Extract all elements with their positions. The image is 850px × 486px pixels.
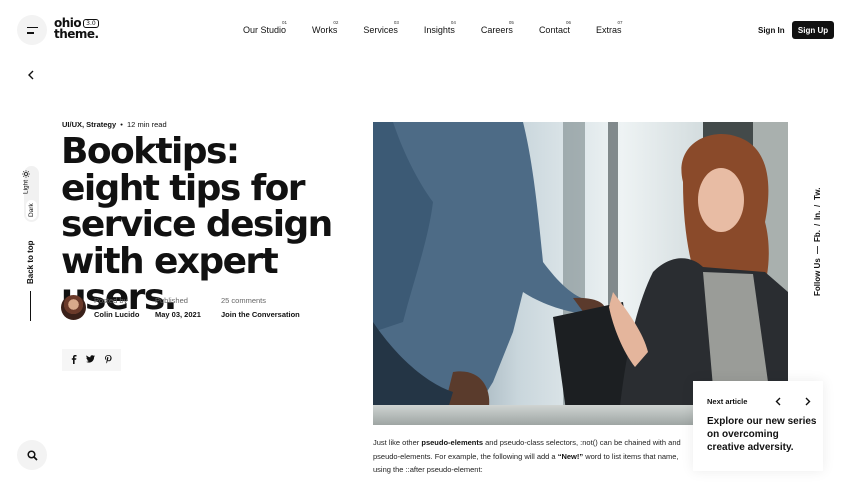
social-link-tw[interactable]: Tw. <box>813 188 822 200</box>
chevron-left-icon <box>775 397 781 406</box>
nav-label: Extras <box>595 25 622 35</box>
theme-dark-option[interactable]: Dark <box>26 200 37 220</box>
nav-number: 01 <box>282 20 288 25</box>
next-article-button[interactable] <box>804 397 811 408</box>
hero-image <box>373 122 788 425</box>
nav-item-services[interactable]: 03 Services <box>363 20 399 35</box>
facebook-icon[interactable] <box>71 354 77 366</box>
body-bold: “New!” <box>557 451 584 461</box>
logo-text-theme: theme. <box>54 27 99 41</box>
nav-item-contact[interactable]: 06 Contact <box>538 20 571 35</box>
nav-label: Careers <box>480 25 513 35</box>
sign-up-button[interactable]: Sign Up <box>792 21 834 39</box>
chevron-right-icon <box>805 397 811 406</box>
nav-label: Contact <box>538 25 570 35</box>
read-time: 12 min read <box>127 120 167 129</box>
body-bold: pseudo-elements <box>421 438 484 447</box>
body-text: Just like other <box>373 438 422 447</box>
logo[interactable]: ohio 3.0 theme. <box>54 17 99 41</box>
published-label: Published <box>155 296 188 305</box>
nav-label: Works <box>312 25 338 35</box>
chevron-left-icon <box>28 70 34 80</box>
nav-label: Our Studio <box>243 25 287 35</box>
sun-icon <box>22 170 30 178</box>
author-avatar[interactable] <box>61 295 86 320</box>
sign-in-link[interactable]: Sign In <box>758 26 785 35</box>
menu-button[interactable] <box>17 15 47 45</box>
nav-item-careers[interactable]: 05 Careers <box>480 20 514 35</box>
next-article-title[interactable]: Explore our new series on overcoming cre… <box>707 415 819 454</box>
comments-info: 25 comments Join the Conversation <box>221 296 300 319</box>
article-title: Booktips: eight tips for service design … <box>61 131 333 318</box>
social-separator: / <box>813 224 822 227</box>
author-info: Posted by Colin Lucido <box>94 296 139 319</box>
menu-bar <box>26 26 38 28</box>
nav-number: 07 <box>617 20 623 25</box>
twitter-icon[interactable] <box>86 355 96 365</box>
nav-item-our-studio[interactable]: 01 Our Studio <box>243 20 288 35</box>
meta-separator: • <box>120 120 123 129</box>
next-article-card[interactable]: Next article Explore our new series on o… <box>693 381 823 471</box>
nav-label: Services <box>363 25 398 35</box>
comments-count: 25 comments <box>221 296 267 305</box>
article-body: Just like other pseudo-elements and pseu… <box>373 436 698 477</box>
nav-item-insights[interactable]: 04 Insights <box>423 20 456 35</box>
nav-number: 02 <box>333 20 339 25</box>
nav-number: 03 <box>393 20 399 25</box>
search-button[interactable] <box>17 440 47 470</box>
back-to-top-link[interactable]: Back to top <box>26 238 35 284</box>
join-conversation-link[interactable]: Join the Conversation <box>221 310 300 319</box>
theme-light-option[interactable]: Light <box>22 168 30 194</box>
pinterest-icon[interactable] <box>105 354 112 366</box>
menu-bar <box>26 32 34 34</box>
follow-us-label: Follow Us <box>813 258 822 296</box>
theme-light-label: Light <box>22 179 30 194</box>
nav-number: 06 <box>565 20 571 25</box>
published-info: Published May 03, 2021 <box>155 296 201 319</box>
back-button[interactable] <box>27 70 35 80</box>
nav-label: Insights <box>423 25 455 35</box>
prev-article-button[interactable] <box>775 397 782 408</box>
article-meta: UI/UX, Strategy • 12 min read <box>62 120 167 129</box>
social-link-fb[interactable]: Fb. <box>813 230 822 242</box>
published-date: May 03, 2021 <box>155 310 201 319</box>
back-to-top-line <box>30 291 31 321</box>
follow-dash: — <box>813 246 822 255</box>
main-nav: 01 Our Studio 02 Works 03 Services 04 Insigh… <box>243 20 647 35</box>
search-icon <box>26 449 38 461</box>
nav-item-extras[interactable]: 07 Extras <box>595 20 623 35</box>
follow-us: Follow Us — Fb. / In. / Tw. <box>813 188 822 296</box>
theme-dark-label: Dark <box>28 203 35 217</box>
posted-by-label: Posted by <box>94 296 128 305</box>
social-separator: / <box>813 204 822 207</box>
author-name[interactable]: Colin Lucido <box>94 310 139 319</box>
share-bar <box>62 349 121 371</box>
article-categories[interactable]: UI/UX, Strategy <box>62 120 116 129</box>
nav-number: 05 <box>508 20 514 25</box>
social-link-in[interactable]: In. <box>813 211 822 220</box>
nav-number: 04 <box>450 20 456 25</box>
nav-item-works[interactable]: 02 Works <box>312 20 339 35</box>
